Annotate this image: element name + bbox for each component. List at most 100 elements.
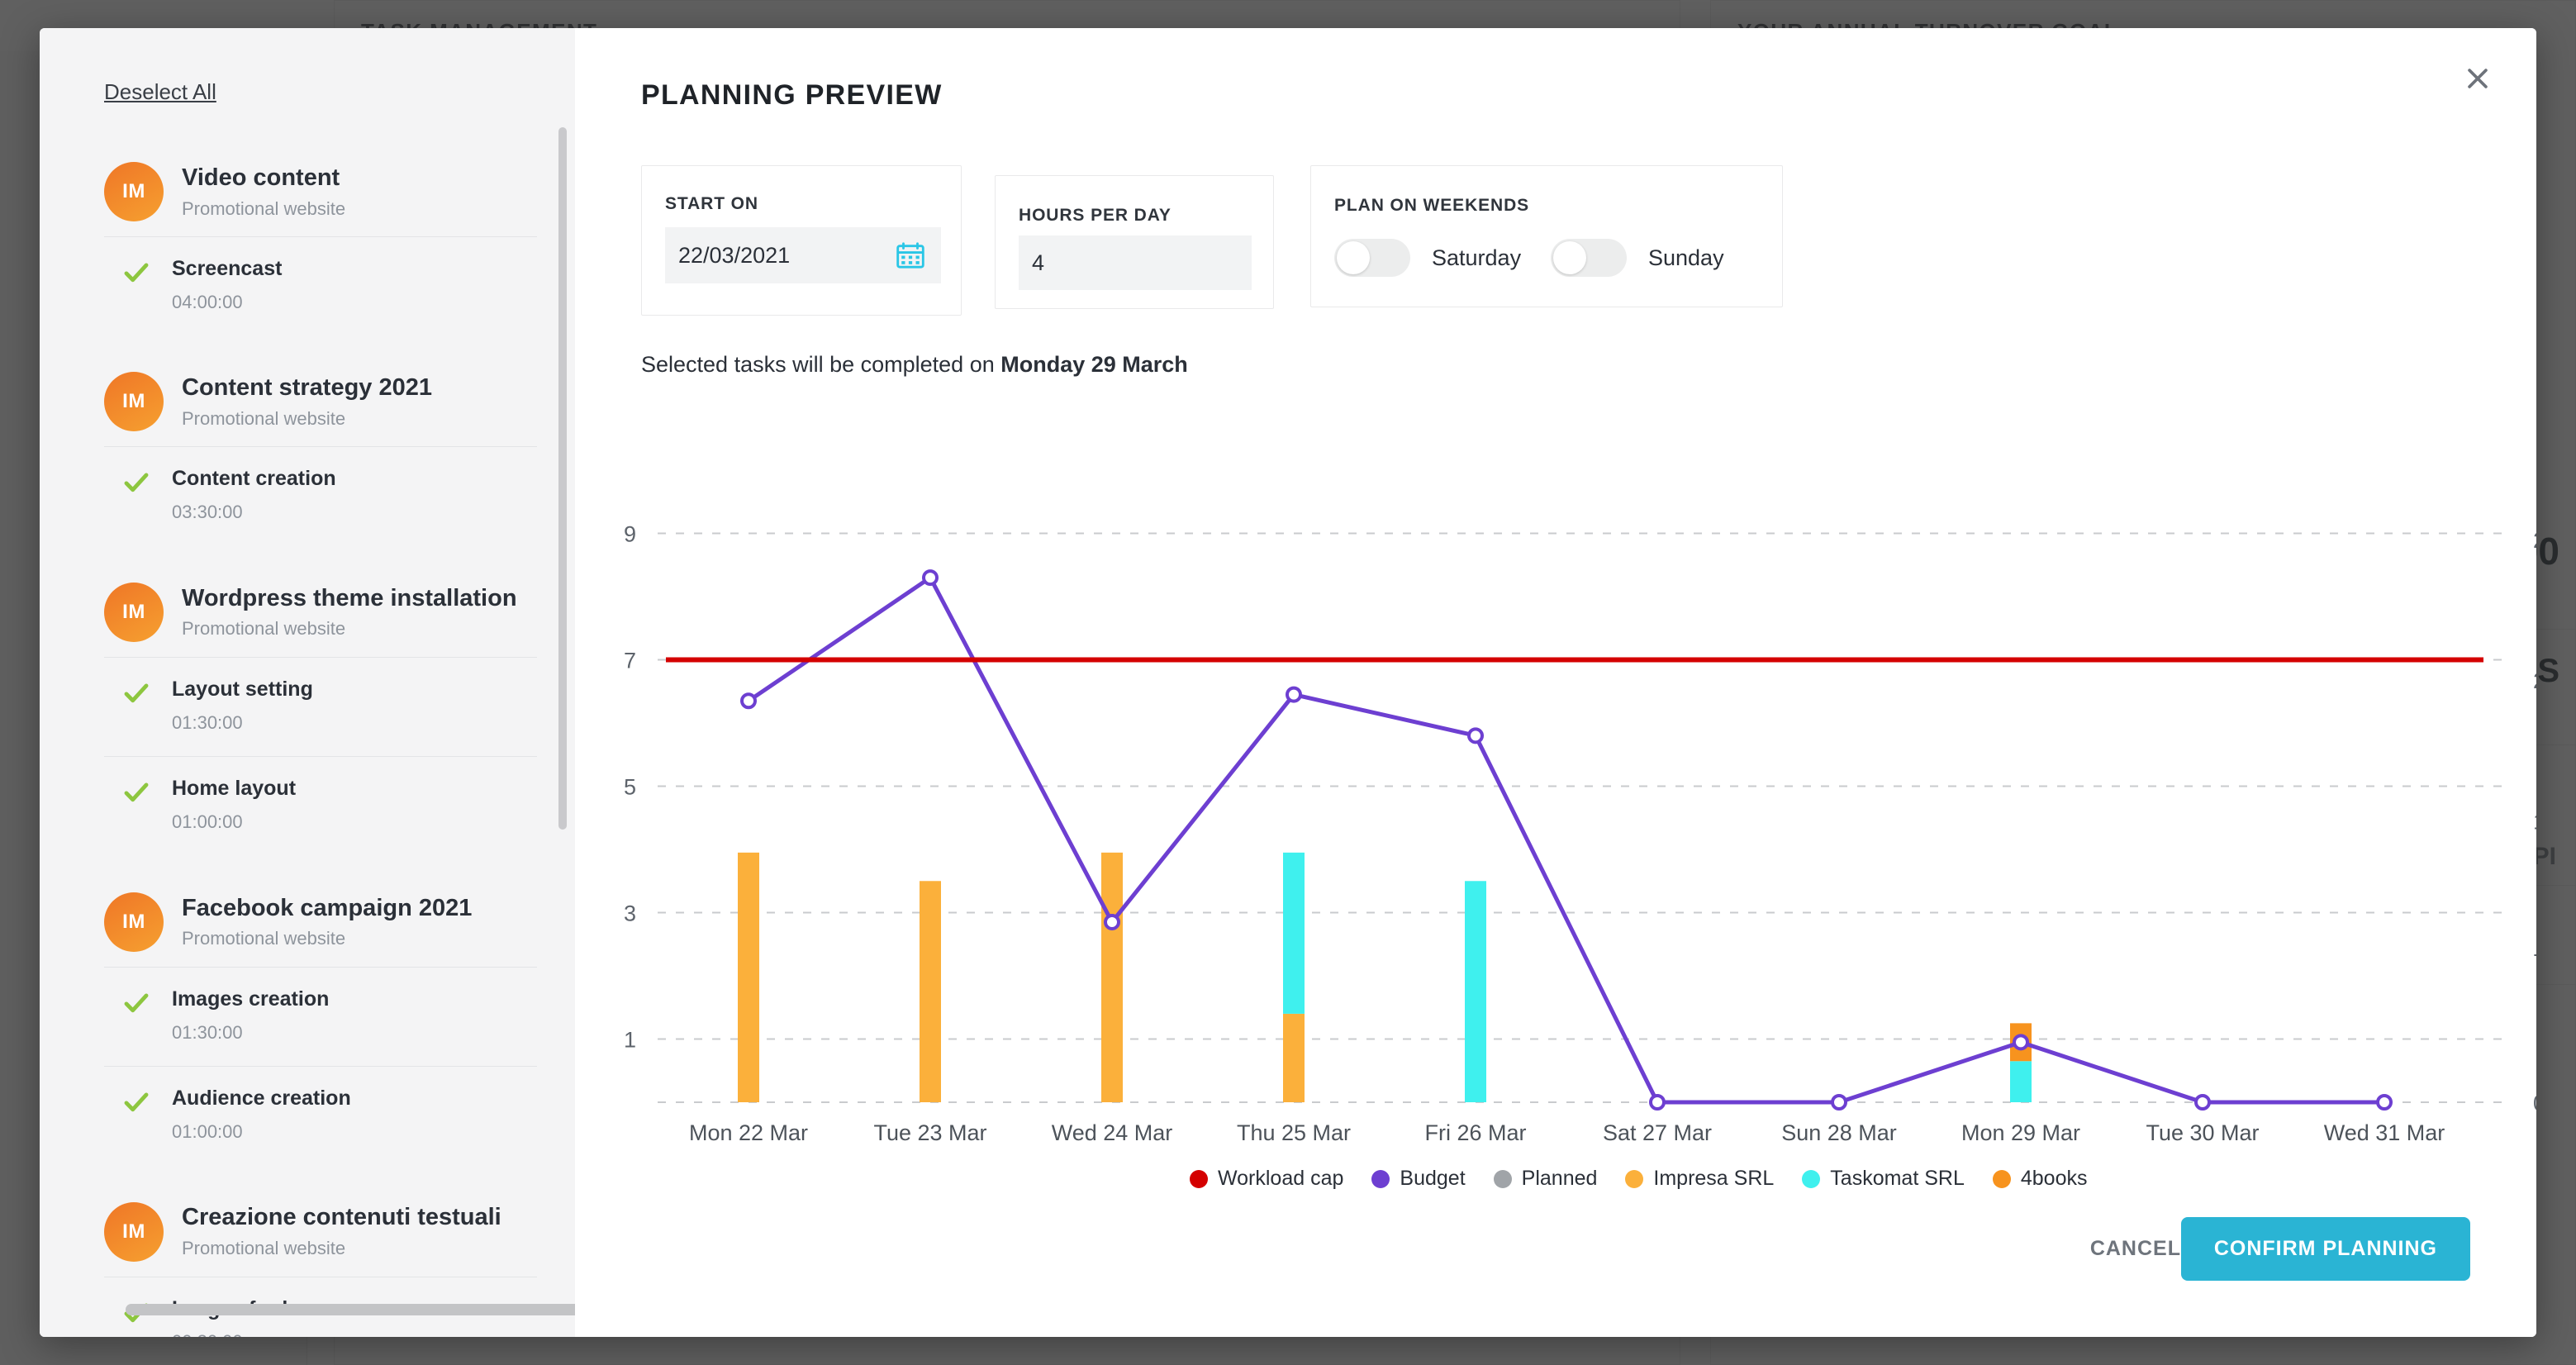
- data-point[interactable]: [1286, 686, 1302, 703]
- legend-label: Impresa SRL: [1653, 1167, 1775, 1190]
- task-selection-panel: Deselect All IM Video content Promotional …: [40, 28, 575, 1337]
- project-subtitle: Promotional website: [182, 928, 346, 949]
- bar-segment[interactable]: [1101, 852, 1123, 1102]
- bar-segment[interactable]: [1283, 1013, 1305, 1102]
- right-axis-tick-label: 280: [2533, 528, 2536, 553]
- data-point[interactable]: [1649, 1094, 1666, 1111]
- x-axis-tick-label: Fri 26 Mar: [1424, 1120, 1526, 1145]
- task-list-vertical-scrollbar[interactable]: [558, 127, 567, 830]
- deselect-all-link[interactable]: Deselect All: [104, 79, 216, 105]
- bar-segment[interactable]: [738, 852, 759, 1102]
- project-name: Content strategy 2021: [182, 374, 432, 402]
- chart-svg: 1 3 5 7 9 0 70 140 210 280 Mon 22 Mar Tue 23 Mar Wed…: [624, 522, 2536, 1145]
- task-duration: 04:00:00: [172, 291, 243, 312]
- legend-item[interactable]: Impresa SRL: [1625, 1167, 1774, 1191]
- task-row[interactable]: Images creation 01:30:00: [104, 966, 537, 1066]
- cancel-button[interactable]: CANCEL: [2090, 1237, 2181, 1261]
- right-axis-tick-label: 0: [2533, 1091, 2536, 1115]
- page-title: PLANNING PREVIEW: [641, 79, 943, 111]
- bar-segment[interactable]: [1465, 881, 1486, 1102]
- left-axis-tick-label: 5: [624, 775, 636, 800]
- legend-label: Taskomat SRL: [1830, 1167, 1965, 1190]
- saturday-label: Saturday: [1432, 245, 1522, 270]
- legend-label: Planned: [1521, 1167, 1598, 1190]
- x-axis-tick-label: Wed 24 Mar: [1052, 1120, 1173, 1145]
- task-row[interactable]: Audience creation 01:00:00: [104, 1066, 537, 1165]
- left-axis-tick-label: 9: [624, 522, 636, 547]
- avatar: IM: [104, 582, 164, 642]
- data-point[interactable]: [922, 569, 939, 587]
- x-axis-tick-label: Wed 31 Mar: [2324, 1120, 2445, 1145]
- saturday-toggle[interactable]: [1334, 239, 1410, 277]
- task-name: Home layout: [172, 777, 297, 801]
- avatar: IM: [104, 892, 164, 952]
- hours-per-day-input[interactable]: [1019, 235, 1252, 290]
- close-icon[interactable]: [2459, 59, 2497, 98]
- project-block: IM Video content Promotional website Screen…: [104, 155, 537, 335]
- task-name: Layout setting: [172, 677, 313, 701]
- task-row[interactable]: Content creation 03:30:00: [104, 446, 537, 545]
- legend-item[interactable]: 4books: [1992, 1167, 2088, 1191]
- bar-segment[interactable]: [920, 881, 941, 1102]
- project-header[interactable]: IM Content strategy 2021 Promotional websi…: [104, 365, 537, 446]
- task-name: Content creation: [172, 467, 336, 491]
- project-subtitle: Promotional website: [182, 197, 346, 219]
- calendar-icon[interactable]: [896, 242, 924, 269]
- data-point[interactable]: [1831, 1094, 1847, 1111]
- legend-item[interactable]: Workload cap: [1190, 1167, 1343, 1191]
- project-header[interactable]: IM Video content Promotional website: [104, 155, 537, 236]
- planning-content: PLANNING PREVIEW START ON 22/03/2021 HOU…: [575, 28, 2536, 1337]
- task-row[interactable]: Layout setting 01:30:00: [104, 656, 537, 756]
- data-point[interactable]: [1467, 727, 1484, 744]
- project-name: Video content: [182, 164, 340, 191]
- check-icon: [124, 683, 149, 703]
- budget-line: [747, 575, 2384, 1105]
- legend-color-dot: [1992, 1169, 2011, 1188]
- project-block: IM Wordpress theme installation Promotiona…: [104, 576, 537, 856]
- confirm-planning-button[interactable]: CONFIRM PLANNING: [2180, 1217, 2470, 1281]
- bar-segment[interactable]: [1283, 852, 1305, 1014]
- planning-preview-modal: Deselect All IM Video content Promotional …: [40, 28, 2536, 1337]
- project-block: IM Creazione contenuti testuali Promotiona…: [104, 1196, 537, 1337]
- task-duration: 03:30:00: [172, 502, 243, 523]
- legend-item[interactable]: Planned: [1493, 1167, 1598, 1191]
- right-axis-tick-label: 210: [2533, 668, 2536, 693]
- task-list-horizontal-scrollbar[interactable]: [126, 1304, 575, 1315]
- data-point[interactable]: [2013, 1034, 2029, 1051]
- task-duration: 01:30:00: [172, 711, 243, 733]
- avatar: IM: [104, 162, 164, 221]
- hours-per-day-label: HOURS PER DAY: [1019, 206, 1172, 225]
- bar-segment[interactable]: [2010, 1061, 2032, 1102]
- x-axis-tick-label: Mon 29 Mar: [1961, 1120, 2080, 1145]
- project-header[interactable]: IM Facebook campaign 2021 Promotional webs…: [104, 886, 537, 967]
- project-subtitle: Promotional website: [182, 1238, 346, 1259]
- completion-note-prefix: Selected tasks will be completed on: [641, 352, 1001, 377]
- x-axis-tick-label: Tue 23 Mar: [873, 1120, 986, 1145]
- start-on-label: START ON: [665, 194, 758, 213]
- task-duration: 00:30:00: [172, 1329, 337, 1337]
- legend-color-dot: [1371, 1169, 1390, 1188]
- data-point[interactable]: [1104, 913, 1120, 930]
- task-row[interactable]: Home layout 01:00:00: [104, 756, 537, 855]
- sunday-toggle[interactable]: [1551, 239, 1627, 277]
- project-header[interactable]: IM Wordpress theme installation Promotiona…: [104, 576, 537, 657]
- left-axis-tick-label: 1: [624, 1028, 636, 1053]
- x-axis-tick-label: Sun 28 Mar: [1781, 1120, 1897, 1145]
- x-axis-tick-label: Tue 30 Mar: [2146, 1120, 2259, 1145]
- x-axis-tick-label: Mon 22 Mar: [689, 1120, 808, 1145]
- right-axis-tick-label: 140: [2533, 809, 2536, 834]
- legend-label: 4books: [2020, 1167, 2088, 1190]
- task-name: Images creation: [172, 987, 330, 1011]
- task-row[interactable]: Screencast 04:00:00: [104, 236, 537, 335]
- planning-chart: 1 3 5 7 9 0 70 140 210 280 Mon 22 Mar Tue 23 Mar Wed…: [575, 458, 2536, 1168]
- data-point[interactable]: [2376, 1094, 2393, 1111]
- project-header[interactable]: IM Creazione contenuti testuali Promotiona…: [104, 1196, 537, 1277]
- data-point[interactable]: [2194, 1094, 2211, 1111]
- legend-label: Budget: [1400, 1167, 1466, 1190]
- legend-item[interactable]: Budget: [1371, 1167, 1466, 1191]
- chart-legend: Workload cap Budget Planned Impresa SRL Task…: [1190, 1167, 2115, 1191]
- legend-item[interactable]: Taskomat SRL: [1802, 1167, 1965, 1191]
- legend-color-dot: [1190, 1169, 1208, 1188]
- task-duration: 01:00:00: [172, 1120, 243, 1142]
- data-point[interactable]: [740, 692, 757, 710]
